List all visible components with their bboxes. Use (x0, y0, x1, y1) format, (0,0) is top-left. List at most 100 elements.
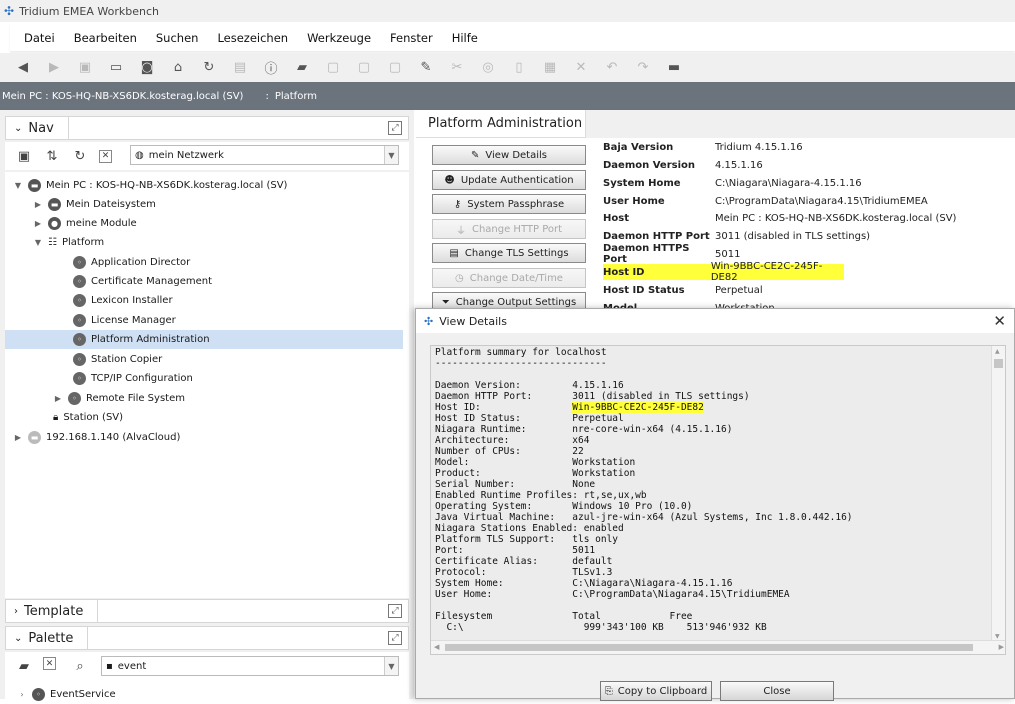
tree-item[interactable]: ◦ Certificate Management (58, 272, 212, 291)
tools-icon[interactable]: ▬ (664, 58, 684, 78)
dropdown-arrow-icon[interactable]: ▼ (384, 146, 398, 164)
tree-item[interactable]: ◦ License Manager (58, 311, 176, 330)
collapse-chevron-icon[interactable]: ⌄ (14, 633, 22, 644)
details-line (435, 369, 1001, 380)
maximize-icon[interactable]: ⤢ (388, 121, 402, 135)
close-button[interactable]: Close (720, 681, 834, 701)
expand-chevron-icon[interactable]: › (14, 606, 18, 617)
collapsed-chevron-icon[interactable]: ▶ (13, 433, 23, 442)
expanded-chevron-icon[interactable]: ▼ (33, 238, 43, 247)
tree-item[interactable]: ▼ ☷ Platform (33, 233, 104, 252)
platform-admin-view: Platform Administration ✎ View Details ☻ U… (416, 110, 1015, 314)
details-textarea[interactable]: Platform summary for localhost ----------… (430, 345, 1006, 655)
collapsed-chevron-icon[interactable]: › (17, 690, 27, 699)
clock-icon: ◷ (455, 272, 464, 284)
details-line: Architecture: x64 (435, 435, 590, 446)
paste-icon[interactable]: ▯ (509, 58, 529, 78)
template-tab[interactable]: › Template (6, 600, 99, 622)
tree-item[interactable]: ▶ ▬ 192.168.1.140 (AlvaCloud) (13, 428, 180, 447)
change-http-port-button[interactable]: ⏚ Change HTTP Port (432, 219, 586, 239)
view-details-button[interactable]: ✎ View Details (432, 145, 586, 165)
vertical-scrollbar[interactable]: ▲ ▼ (991, 346, 1005, 642)
dialog-title-bar: ✣ View Details (416, 309, 1014, 333)
palette-item[interactable]: › ◦ EventService (17, 685, 116, 704)
new-folder-icon[interactable]: ▣ (15, 147, 33, 165)
expanded-chevron-icon[interactable]: ▼ (13, 181, 23, 190)
refresh-icon[interactable]: ↻ (199, 58, 219, 78)
host-id-value: Win-9BBC-CE2C-245F-DE82 (710, 261, 823, 283)
tree-label: Platform (61, 237, 105, 248)
platform-admin-tab[interactable]: Platform Administration (416, 110, 586, 138)
tree-item[interactable]: ▶ ◦ Remote File System (53, 389, 185, 408)
maximize-icon[interactable]: ⤢ (388, 631, 402, 645)
close-icon[interactable]: ✕ (993, 312, 1006, 330)
change-tls-settings-button[interactable]: ▤ Change TLS Settings (432, 243, 586, 263)
scroll-thumb[interactable] (994, 359, 1003, 368)
dropdown-arrow-icon[interactable]: ▼ (384, 657, 398, 675)
menu-bearbeiten[interactable]: Bearbeiten (74, 31, 137, 45)
menu-suchen[interactable]: Suchen (156, 31, 199, 45)
tree-item[interactable]: ▶ ● meine Module (33, 214, 137, 233)
copy-icon[interactable]: ◎ (478, 58, 498, 78)
tree-item[interactable]: ▼ ▬ Mein PC : KOS-HQ-NB-XS6DK.kosterag.loc… (13, 176, 287, 195)
export-icon[interactable]: ▢ (385, 58, 405, 78)
edit-doc-icon[interactable]: ✎ (416, 58, 436, 78)
find-palette-icon[interactable]: ⌕ (71, 657, 89, 675)
tree-item[interactable]: 🔒︎ Station (SV) (38, 408, 123, 427)
palette-combo[interactable]: ▪ event ▼ (101, 656, 399, 676)
home-icon[interactable]: ⌂ (168, 58, 188, 78)
menu-werkzeuge[interactable]: Werkzeuge (307, 31, 371, 45)
up-level-icon[interactable]: ▣ (75, 58, 95, 78)
view-menu-icon[interactable]: ▭ (106, 58, 126, 78)
collapsed-chevron-icon[interactable]: ▶ (53, 394, 63, 403)
folder-icon[interactable]: ▰ (292, 58, 312, 78)
network-combo[interactable]: ◍ mein Netzwerk ▼ (130, 145, 399, 165)
menu-datei[interactable]: Datei (24, 31, 55, 45)
open-palette-icon[interactable]: ▰ (15, 657, 33, 675)
nav-tab[interactable]: ⌄ Nav (6, 117, 69, 139)
palette-tab[interactable]: ⌄ Palette (6, 627, 89, 649)
copy-doc-icon[interactable]: ▤ (230, 58, 250, 78)
info-row: Host Mein PC : KOS-HQ-NB-XS6DK.kosterag.l… (603, 210, 956, 226)
update-authentication-button[interactable]: ☻ Update Authentication (432, 170, 586, 190)
tree-item[interactable]: ◦ TCP/IP Configuration (58, 369, 193, 388)
save-icon[interactable]: ▢ (323, 58, 343, 78)
details-line: User Home: C:\ProgramData\Niagara4.15\Tr… (435, 589, 790, 600)
tree-item[interactable]: ▶ ▬ Mein Dateisystem (33, 195, 156, 214)
menu-hilfe[interactable]: Hilfe (452, 31, 478, 45)
button-label: Close (763, 685, 791, 697)
sync-icon[interactable]: ↻ (71, 147, 89, 165)
save-all-icon[interactable]: ▢ (354, 58, 374, 78)
maximize-icon[interactable]: ⤢ (388, 604, 402, 618)
nav-tree: ▼ ▬ Mein PC : KOS-HQ-NB-XS6DK.kosterag.loc… (5, 172, 409, 598)
scroll-thumb[interactable] (445, 644, 973, 651)
tree-item-selected[interactable]: ◦ Platform Administration (5, 330, 403, 349)
details-line: Niagara Stations Enabled: enabled (435, 523, 624, 534)
tree-item[interactable]: ◦ Lexicon Installer (58, 291, 173, 310)
tree-item[interactable]: ◦ Station Copier (58, 350, 162, 369)
forward-icon[interactable]: ▶ (44, 58, 64, 78)
system-passphrase-button[interactable]: ⚷ System Passphrase (432, 194, 586, 214)
cut-icon[interactable]: ✂ (447, 58, 467, 78)
camera-icon[interactable]: ◙ (137, 58, 157, 78)
collapsed-chevron-icon[interactable]: ▶ (33, 219, 43, 228)
menu-lesezeichen[interactable]: Lesezeichen (217, 31, 288, 45)
tree-item[interactable]: ◦ Application Director (58, 253, 190, 272)
collapse-chevron-icon[interactable]: ⌄ (14, 123, 22, 134)
close-palette-icon[interactable]: ✕ (43, 657, 56, 670)
delete-icon[interactable]: ✕ (571, 58, 591, 78)
redo-icon[interactable]: ↷ (633, 58, 653, 78)
change-date-time-button[interactable]: ◷ Change Date/Time (432, 268, 586, 288)
undo-icon[interactable]: ↶ (602, 58, 622, 78)
info-icon[interactable]: ⓘ (261, 58, 281, 78)
back-icon[interactable]: ◀ (13, 58, 33, 78)
locator-root[interactable]: Mein PC : KOS-HQ-NB-XS6DK.kosterag.local… (2, 91, 243, 102)
locator-current[interactable]: Platform (275, 91, 317, 102)
menu-fenster[interactable]: Fenster (390, 31, 433, 45)
sort-icon[interactable]: ⇅ (43, 147, 61, 165)
copy-to-clipboard-button[interactable]: ⎘ Copy to Clipboard (600, 681, 712, 701)
close-box-icon[interactable]: ✕ (99, 149, 112, 163)
collapsed-chevron-icon[interactable]: ▶ (33, 200, 43, 209)
duplicate-icon[interactable]: ▦ (540, 58, 560, 78)
horizontal-scrollbar[interactable]: ◀ ▶ (431, 640, 1005, 654)
